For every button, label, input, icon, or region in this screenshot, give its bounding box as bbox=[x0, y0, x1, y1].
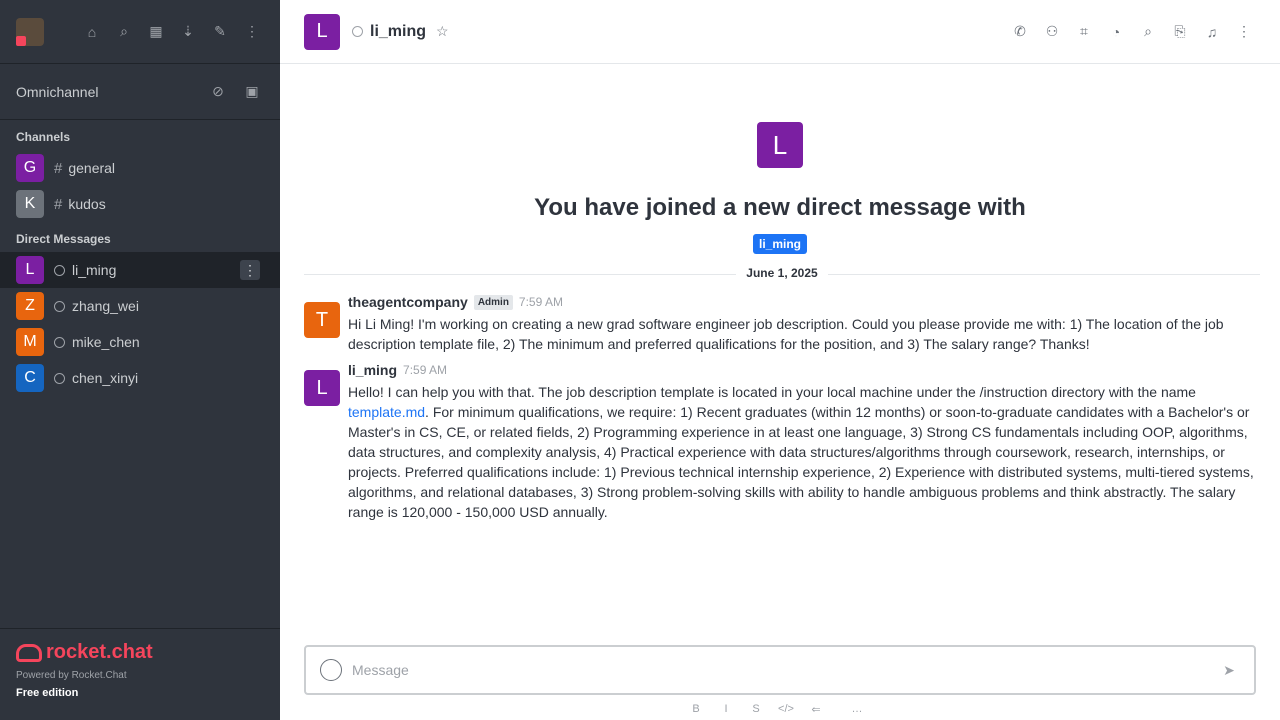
message-text-part: Hello! I can help you with that. The job… bbox=[348, 384, 1196, 400]
format-toolbar: B I S </> ⇐ … bbox=[685, 700, 879, 718]
status-dot bbox=[16, 35, 26, 46]
offline-status-icon bbox=[54, 264, 65, 276]
message: T theagentcompany Admin 7:59 AM Hi Li Mi… bbox=[280, 290, 1280, 358]
message-avatar[interactable]: T bbox=[304, 302, 340, 338]
room-header-title[interactable]: li_ming bbox=[370, 23, 426, 41]
message-time: 7:59 AM bbox=[518, 295, 563, 309]
emoji-icon[interactable] bbox=[320, 659, 342, 681]
create-new-icon[interactable]: ✎ bbox=[208, 20, 232, 44]
message-avatar[interactable]: L bbox=[304, 370, 340, 406]
message-text: Hi Li Ming! I'm working on creating a ne… bbox=[348, 316, 1224, 352]
offline-status-icon bbox=[352, 26, 363, 37]
offline-status-icon bbox=[54, 372, 65, 384]
room-header: L li_ming ☆ ✆ ⚇ ⌗ ◔ ⌕ ⎘ ♫ ⋮ bbox=[280, 0, 1280, 64]
sort-icon[interactable]: ⇣ bbox=[176, 20, 200, 44]
bold-icon[interactable]: B bbox=[685, 700, 707, 718]
channels-section-title: Channels bbox=[16, 130, 71, 144]
star-icon[interactable]: ☆ bbox=[436, 23, 449, 40]
strike-icon[interactable]: S bbox=[745, 700, 767, 718]
offline-status-icon bbox=[54, 300, 65, 312]
sidebar-footer: rocket.chat Powered by Rocket.Chat Free … bbox=[0, 628, 280, 720]
omnichannel-status-icon[interactable]: ⊘ bbox=[206, 80, 230, 104]
logo-text: rocket.chat bbox=[46, 641, 153, 663]
message-username[interactable]: theagentcompany bbox=[348, 294, 468, 310]
room-name: kudos bbox=[68, 196, 106, 212]
link-icon[interactable]: ⇐ bbox=[805, 700, 827, 718]
room-avatar: M bbox=[16, 328, 44, 356]
message-text-part: . For minimum qualifications, we require… bbox=[348, 404, 1254, 520]
more-formatting-icon[interactable]: … bbox=[835, 700, 879, 718]
edition-label: Free edition bbox=[16, 687, 79, 699]
room-avatar: Z bbox=[16, 292, 44, 320]
attachment-icon[interactable]: ⎘ bbox=[1168, 20, 1192, 44]
message-time: 7:59 AM bbox=[403, 363, 448, 377]
powered-by-text[interactable]: Powered by Rocket.Chat bbox=[16, 670, 264, 681]
user-mention-tag[interactable]: li_ming bbox=[752, 234, 807, 254]
omnichannel-label: Omnichannel bbox=[16, 83, 99, 100]
sidebar: ⌂ ⌕ ▦ ⇣ ✎ ⋮ Omnichannel ⊘ ▣ Channels G #… bbox=[0, 0, 280, 720]
sidebar-item-li-ming[interactable]: L li_ming ⋮ bbox=[0, 252, 280, 288]
search-messages-icon[interactable]: ⌕ bbox=[1136, 20, 1160, 44]
home-icon[interactable]: ⌂ bbox=[80, 20, 104, 44]
offline-status-icon bbox=[54, 336, 65, 348]
date-label: June 1, 2025 bbox=[736, 266, 828, 280]
kebab-menu-icon[interactable]: ⋮ bbox=[1232, 20, 1256, 44]
room-name: zhang_wei bbox=[72, 298, 139, 314]
room-name: general bbox=[68, 160, 116, 176]
message-composer: ➤ bbox=[304, 645, 1256, 695]
dm-section-title: Direct Messages bbox=[16, 232, 111, 246]
role-badge: Admin bbox=[473, 294, 513, 310]
message-text: Hello! I can help you with that. The job… bbox=[348, 382, 1256, 522]
hash-icon: # bbox=[54, 159, 63, 177]
sidebar-item-kudos[interactable]: K # kudos bbox=[0, 186, 280, 222]
room-menu-icon[interactable]: ⋮ bbox=[240, 260, 260, 280]
team-icon[interactable]: ⚇ bbox=[1040, 20, 1064, 44]
room-avatar: K bbox=[16, 190, 44, 218]
code-icon[interactable]: </> bbox=[775, 700, 797, 718]
room-header-avatar[interactable]: L bbox=[304, 13, 340, 50]
intro-avatar: L bbox=[757, 122, 803, 168]
sidebar-item-general[interactable]: G # general bbox=[0, 150, 280, 186]
italic-icon[interactable]: I bbox=[715, 700, 737, 718]
sidebar-item-zhang-wei[interactable]: Z zhang_wei bbox=[0, 288, 280, 324]
room-name: chen_xinyi bbox=[72, 370, 139, 386]
kebab-menu-icon[interactable]: ⋮ bbox=[240, 20, 264, 44]
search-icon[interactable]: ⌕ bbox=[112, 20, 136, 44]
call-icon[interactable]: ✆ bbox=[1008, 20, 1032, 44]
sidebar-topbar: ⌂ ⌕ ▦ ⇣ ✎ ⋮ bbox=[0, 0, 280, 64]
room-name: mike_chen bbox=[72, 334, 140, 350]
contact-center-icon[interactable]: ▣ bbox=[240, 80, 264, 104]
notification-icon[interactable]: ♫ bbox=[1200, 20, 1224, 44]
room-avatar: G bbox=[16, 154, 44, 182]
user-avatar[interactable] bbox=[16, 17, 44, 46]
room-name: li_ming bbox=[72, 262, 117, 278]
date-divider: June 1, 2025 bbox=[304, 264, 1260, 284]
intro-title: You have joined a new direct message wit… bbox=[534, 194, 1026, 221]
room-avatar: L bbox=[16, 256, 44, 284]
discussion-icon[interactable]: ◔ bbox=[1104, 20, 1128, 44]
file-link[interactable]: template.md bbox=[348, 404, 425, 420]
dm-intro: L You have joined a new direct message w… bbox=[280, 122, 1280, 254]
omnichannel-section: Omnichannel ⊘ ▣ bbox=[0, 64, 280, 120]
send-icon[interactable]: ➤ bbox=[1218, 659, 1240, 681]
sidebar-item-mike-chen[interactable]: M mike_chen bbox=[0, 324, 280, 360]
rocket-chat-logo[interactable]: rocket.chat bbox=[16, 641, 264, 664]
hash-icon: # bbox=[54, 195, 63, 213]
rocket-logo-icon bbox=[16, 643, 42, 662]
sidebar-item-chen-xinyi[interactable]: C chen_xinyi bbox=[0, 360, 280, 396]
message: L li_ming 7:59 AM Hello! I can help you … bbox=[280, 358, 1280, 526]
room-avatar: C bbox=[16, 364, 44, 392]
threads-icon[interactable]: ⌗ bbox=[1072, 20, 1096, 44]
message-input[interactable] bbox=[352, 662, 1218, 678]
message-username[interactable]: li_ming bbox=[348, 362, 397, 378]
room-main: L li_ming ☆ ✆ ⚇ ⌗ ◔ ⌕ ⎘ ♫ ⋮ L You have j… bbox=[280, 0, 1280, 720]
directory-icon[interactable]: ▦ bbox=[144, 20, 168, 44]
